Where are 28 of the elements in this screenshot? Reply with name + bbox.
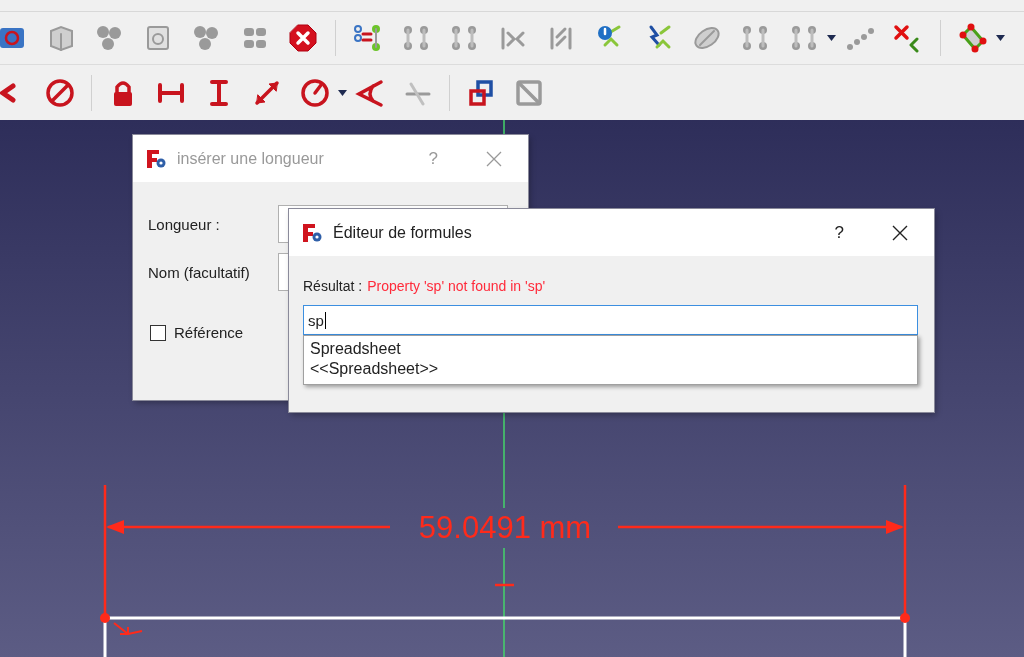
field-label: Longueur : [148,215,221,233]
stop-icon[interactable] [288,23,318,53]
dimension-label: 59.0491 mm [418,510,592,545]
checkbox[interactable] [150,324,166,341]
dialog-title: Éditeur de formules [333,223,473,242]
result-label: Résultat : [303,278,363,294]
completion-item[interactable]: <<Spreadsheet>> [310,359,439,379]
close-icon[interactable] [892,224,908,241]
error-message: Property 'sp' not found in 'sp' [367,278,546,294]
cursor-arrow-icon [113,622,143,635]
tick-mark [495,583,514,587]
constraint-icon[interactable] [352,23,382,53]
caret-icon[interactable] [338,89,347,96]
caret-icon[interactable] [827,35,836,41]
app-logo-icon [301,221,323,244]
gauge-icon[interactable] [300,77,330,108]
dialog-title: insérer une longueur [177,149,325,168]
squares-icon[interactable] [466,77,496,108]
no-entry-icon[interactable] [45,77,75,108]
field-label: Nom (facultatif) [148,263,251,281]
help-button[interactable]: ? [834,222,844,243]
app-logo-icon [145,147,167,170]
angle-icon[interactable] [355,77,385,108]
expression-field[interactable]: sp [303,305,918,335]
completion-item[interactable]: Spreadsheet [310,339,401,359]
checkbox-label: Référence [174,324,244,341]
caret-icon[interactable] [995,35,1005,41]
square-icon[interactable] [514,77,544,108]
